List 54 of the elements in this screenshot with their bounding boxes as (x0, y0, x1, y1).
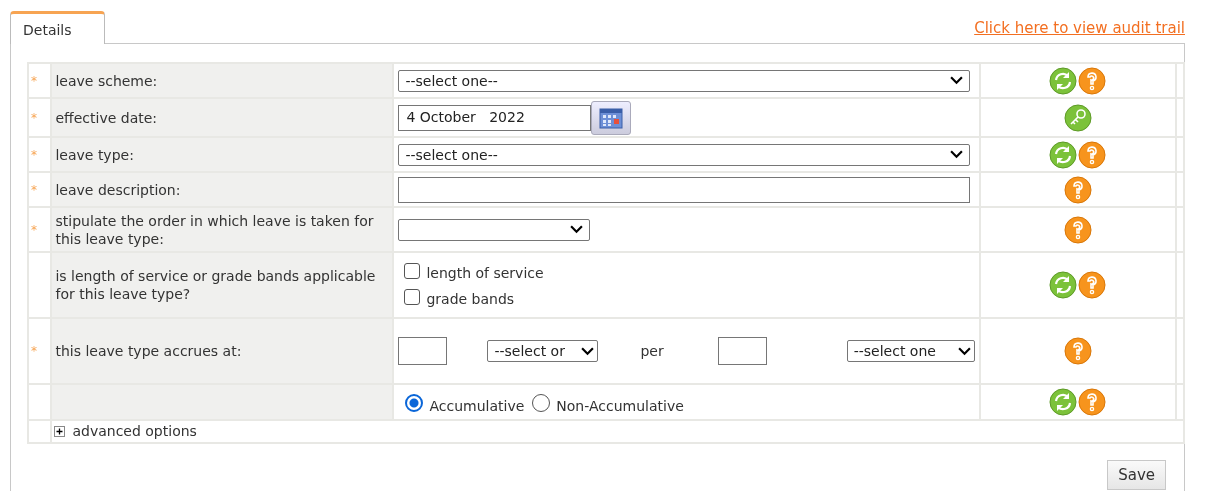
radio-button[interactable] (532, 394, 551, 412)
refresh-icon[interactable] (1049, 271, 1078, 299)
details-tab[interactable]: Details (10, 11, 105, 44)
field-label: leave scheme: (55, 72, 159, 90)
calendar-icon (599, 106, 624, 129)
date-field[interactable]: 4 October 2022 (398, 104, 592, 131)
dropdown[interactable]: --select one-- (398, 69, 971, 92)
checkbox-label: length of service (426, 265, 544, 281)
required-marker: * (31, 222, 37, 237)
help-icon[interactable] (1078, 66, 1107, 95)
field-label: this leave type accrues at: (55, 342, 243, 360)
description-field[interactable] (398, 176, 971, 203)
chevron-down-icon (950, 150, 964, 159)
required-marker: * (31, 344, 37, 358)
field-label: leave description: (55, 180, 182, 199)
key-icon[interactable] (1063, 103, 1092, 132)
checkbox-label: grade bands (426, 291, 515, 307)
chevron-down-icon (581, 346, 595, 356)
dropdown[interactable]: --select or (487, 340, 599, 362)
field-label: is length of service or grade bands applicable for this leave type? (55, 267, 377, 303)
dropdown[interactable] (398, 218, 591, 241)
help-icon[interactable] (1063, 175, 1092, 204)
calendar-button[interactable] (591, 100, 632, 135)
help-icon[interactable] (1063, 337, 1092, 365)
per-label: per (640, 343, 664, 359)
dropdown[interactable]: --select one-- (398, 143, 971, 166)
field-label: leave type: (55, 146, 135, 164)
amount-field[interactable] (398, 337, 448, 365)
help-icon[interactable] (1078, 271, 1107, 299)
chevron-down-icon (957, 346, 971, 356)
help-icon[interactable] (1063, 215, 1092, 244)
advanced-options-label[interactable]: advanced options (72, 423, 197, 440)
field-label: effective date: (55, 109, 159, 127)
period-field[interactable] (717, 337, 767, 365)
refresh-icon[interactable] (1049, 140, 1078, 169)
required-marker: * (31, 147, 37, 162)
checkbox[interactable] (404, 263, 421, 279)
save-button[interactable]: Save (1107, 460, 1166, 490)
help-icon[interactable] (1078, 388, 1107, 416)
field-label: stipulate the order in which leave is taken for this leave type: (55, 211, 375, 248)
chevron-down-icon (570, 225, 584, 234)
radio-label: Non-Accumulative (556, 398, 684, 414)
dropdown[interactable]: --select one (846, 340, 975, 362)
expand-icon[interactable] (54, 425, 66, 437)
checkbox[interactable] (404, 289, 421, 305)
help-icon[interactable] (1078, 140, 1107, 169)
refresh-icon[interactable] (1049, 388, 1078, 416)
required-marker: * (31, 182, 37, 197)
required-marker: * (31, 73, 37, 88)
refresh-icon[interactable] (1049, 66, 1078, 95)
radio-label: Accumulative (429, 398, 525, 414)
chevron-down-icon (950, 76, 964, 85)
radio-button[interactable] (405, 394, 424, 412)
required-marker: * (31, 110, 37, 125)
